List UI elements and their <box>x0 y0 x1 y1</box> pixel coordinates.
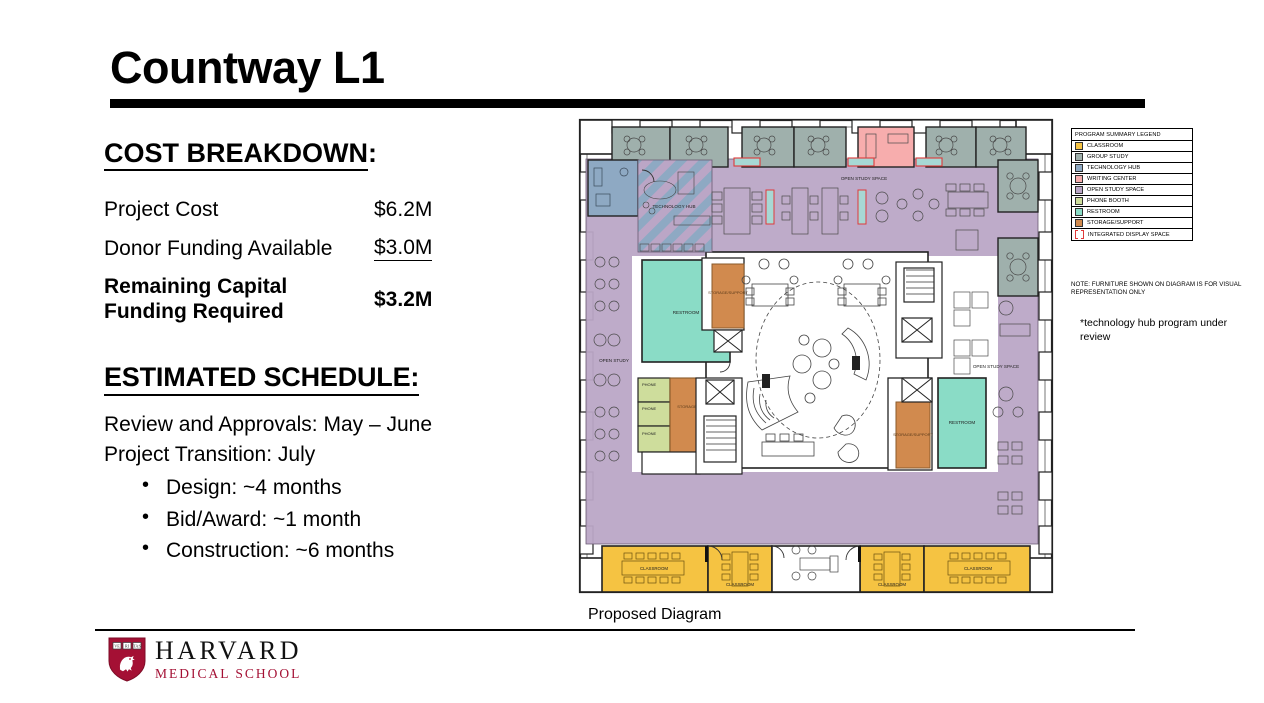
legend-item-phone-booth: PHONE BOOTH <box>1072 196 1192 207</box>
room-label-open-study-right: OPEN STUDY SPACE <box>973 364 1019 369</box>
legend-label-technology-hub: TECHNOLOGY HUB <box>1087 165 1141 171</box>
table-row: Project Cost $6.2M <box>104 191 494 229</box>
legend-label-phone-booth: PHONE BOOTH <box>1087 198 1129 204</box>
slide-root: Countway L1 COST BREAKDOWN: Project Cost… <box>0 0 1264 703</box>
list-item: Construction: ~6 months <box>104 534 524 566</box>
legend-label-classroom: CLASSROOM <box>1087 143 1124 149</box>
legend-label-open-study-space: OPEN STUDY SPACE <box>1087 187 1145 193</box>
diagram-caption: Proposed Diagram <box>588 606 722 623</box>
title-underline-bar <box>110 99 1145 108</box>
legend-label-storage-support: STORAGE/SUPPORT <box>1087 220 1144 226</box>
legend-label-integrated-display-space: INTEGRATED DISPLAY SPACE <box>1088 231 1170 238</box>
legend-item-writing-center: WRITING CENTER <box>1072 174 1192 185</box>
phone-booth-swatch-icon <box>1075 197 1083 205</box>
schedule-body: Review and Approvals: May – June Project… <box>104 410 524 566</box>
legend-item-classroom: CLASSROOM <box>1072 141 1192 152</box>
svg-text:VE: VE <box>114 643 120 648</box>
group-study-swatch-icon <box>1075 153 1083 161</box>
room-label-storage: STORAGE <box>677 404 697 409</box>
room-label-open-study-top: OPEN STUDY SPACE <box>841 176 887 181</box>
legend-header: PROGRAM SUMMARY LEGEND <box>1072 129 1192 141</box>
cost-value-remaining: $3.2M <box>374 287 433 311</box>
room-label-classroom-1: CLASSROOM <box>640 566 668 571</box>
list-item: Bid/Award: ~1 month <box>104 503 524 535</box>
list-item: Design: ~4 months <box>104 471 524 503</box>
harvard-shield-icon: VE RI TAS <box>108 637 146 682</box>
cost-label-project: Project Cost <box>104 198 219 221</box>
program-summary-legend: PROGRAM SUMMARY LEGEND CLASSROOM GROUP S… <box>1071 128 1193 241</box>
svg-text:TAS: TAS <box>133 643 141 648</box>
room-label-storage-support-lower: STORAGE/SUPPORT <box>893 432 933 437</box>
cost-breakdown-heading-text: COST BREAKDOWN <box>104 138 368 171</box>
estimated-schedule-heading: ESTIMATED SCHEDULE: <box>104 362 524 396</box>
svg-text:RI: RI <box>125 643 130 648</box>
legend-item-integrated-display-space: INTEGRATED DISPLAY SPACE <box>1072 229 1192 240</box>
storage-support-swatch-icon <box>1075 219 1083 227</box>
schedule-line-review: Review and Approvals: May – June <box>104 412 433 436</box>
cost-value-donor: $3.0M <box>364 229 494 268</box>
legend-item-open-study-space: OPEN STUDY SPACE <box>1072 185 1192 196</box>
room-label-phone-2: PHONE <box>642 406 657 411</box>
open-study-space-swatch-icon <box>1075 186 1083 194</box>
restroom-swatch-icon <box>1075 208 1083 216</box>
bracket-icon <box>1075 230 1084 239</box>
legend-item-technology-hub: TECHNOLOGY HUB <box>1072 163 1192 174</box>
technology-hub-swatch-icon <box>1075 164 1083 172</box>
table-row: Remaining Capital Funding Required $3.2M <box>104 268 494 332</box>
footer-divider <box>95 629 1135 632</box>
left-content-column: COST BREAKDOWN: Project Cost $6.2M Donor… <box>104 138 524 566</box>
cost-breakdown-colon: : <box>368 138 377 168</box>
estimated-schedule-heading-text: ESTIMATED SCHEDULE: <box>104 362 419 396</box>
logo-wordmark: HARVARD MEDICAL SCHOOL <box>155 638 302 681</box>
legend-item-storage-support: STORAGE/SUPPORT <box>1072 218 1192 229</box>
logo-harvard-text: HARVARD <box>155 636 302 666</box>
room-label-restroom-lower: RESTROOM <box>949 420 976 425</box>
room-label-phone-1: PHONE <box>642 382 657 387</box>
writing-center-swatch-icon <box>1075 175 1083 183</box>
floor-plan-diagram: TECHNOLOGY HUB OPEN STUDY SPACE OPEN STU… <box>566 112 1066 610</box>
room-label-storage-support-upper: STORAGE/SUPPORT <box>708 290 748 295</box>
cost-breakdown-table: Project Cost $6.2M Donor Funding Availab… <box>104 191 494 332</box>
cost-breakdown-heading: COST BREAKDOWN: <box>104 138 524 171</box>
cost-value-project: $6.2M <box>374 198 433 221</box>
legend-item-group-study: GROUP STUDY <box>1072 152 1192 163</box>
cost-label-remaining: Remaining Capital Funding Required <box>104 268 364 332</box>
technology-hub-note: *technology hub program under review <box>1080 317 1228 344</box>
schedule-line-transition: Project Transition: July <box>104 443 316 467</box>
furniture-note: NOTE: FURNITURE SHOWN ON DIAGRAM IS FOR … <box>1071 281 1242 297</box>
classroom-swatch-icon <box>1075 142 1083 150</box>
legend-label-group-study: GROUP STUDY <box>1087 154 1129 160</box>
room-label-restroom-upper: RESTROOM <box>673 310 700 315</box>
room-label-phone-3: PHONE <box>642 431 657 436</box>
cost-label-remaining-line2: Funding Required <box>104 299 284 323</box>
floor-plan-svg: TECHNOLOGY HUB OPEN STUDY SPACE OPEN STU… <box>578 118 1054 594</box>
room-label-technology-hub: TECHNOLOGY HUB <box>652 204 695 209</box>
table-row: Donor Funding Available $3.0M <box>104 229 494 268</box>
legend-item-restroom: RESTROOM <box>1072 207 1192 218</box>
schedule-bullet-list: Design: ~4 months Bid/Award: ~1 month Co… <box>104 471 524 566</box>
cost-label-donor: Donor Funding Available <box>104 236 333 260</box>
page-title: Countway L1 <box>110 42 385 93</box>
room-label-open-study-left: OPEN STUDY <box>599 358 629 363</box>
logo-medical-school-text: MEDICAL SCHOOL <box>155 666 302 682</box>
cost-value-donor-text: $3.0M <box>374 236 433 262</box>
cost-label-remaining-line1: Remaining Capital <box>104 275 288 299</box>
legend-label-restroom: RESTROOM <box>1087 209 1120 215</box>
legend-label-writing-center: WRITING CENTER <box>1087 176 1137 182</box>
harvard-medical-school-logo: VE RI TAS HARVARD MEDICAL SCHOOL <box>108 637 302 682</box>
room-label-classroom-4: CLASSROOM <box>964 566 992 571</box>
